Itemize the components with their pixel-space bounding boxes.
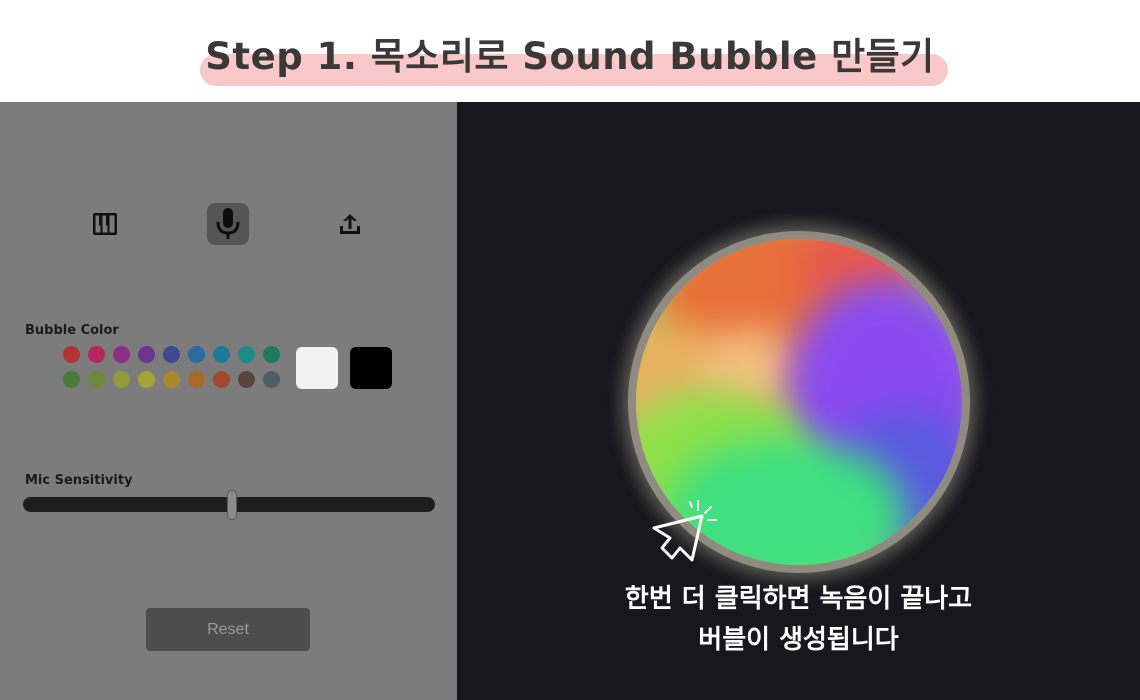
- color-swatch[interactable]: [138, 371, 155, 388]
- color-swatch[interactable]: [63, 371, 80, 388]
- color-swatch[interactable]: [88, 371, 105, 388]
- piano-mode-button[interactable]: [84, 203, 126, 245]
- mic-sensitivity-label: Mic Sensitivity: [25, 473, 133, 488]
- color-swatch[interactable]: [163, 371, 180, 388]
- color-swatch[interactable]: [138, 346, 155, 363]
- reset-button[interactable]: Reset: [146, 608, 310, 651]
- microphone-mode-button[interactable]: [207, 203, 249, 245]
- slider-thumb[interactable]: [227, 490, 237, 520]
- caption-line-2: 버블이 생성됩니다: [698, 625, 899, 655]
- color-swatch[interactable]: [213, 346, 230, 363]
- color-swatch[interactable]: [263, 346, 280, 363]
- caption-line-1: 한번 더 클릭하면 녹음이 끝나고: [624, 584, 973, 614]
- black-swatch[interactable]: [350, 347, 392, 389]
- color-swatch[interactable]: [213, 371, 230, 388]
- click-cursor-icon: [652, 500, 717, 562]
- microphone-icon: [216, 208, 240, 239]
- color-swatch[interactable]: [263, 371, 280, 388]
- color-swatch[interactable]: [238, 371, 255, 388]
- bubble-color-label: Bubble Color: [25, 323, 119, 338]
- header: Step 1. 목소리로 Sound Bubble 만들기: [0, 0, 1140, 102]
- color-swatch[interactable]: [188, 371, 205, 388]
- piano-keys-icon: [93, 213, 117, 235]
- page-title: Step 1. 목소리로 Sound Bubble 만들기: [205, 35, 935, 78]
- color-swatch[interactable]: [113, 346, 130, 363]
- upload-mode-button[interactable]: [329, 203, 371, 245]
- color-swatch[interactable]: [188, 346, 205, 363]
- color-swatch[interactable]: [113, 371, 130, 388]
- color-swatch[interactable]: [238, 346, 255, 363]
- color-swatch[interactable]: [63, 346, 80, 363]
- color-swatch[interactable]: [88, 346, 105, 363]
- upload-icon: [340, 214, 360, 234]
- white-swatch[interactable]: [296, 347, 338, 389]
- color-swatch[interactable]: [163, 346, 180, 363]
